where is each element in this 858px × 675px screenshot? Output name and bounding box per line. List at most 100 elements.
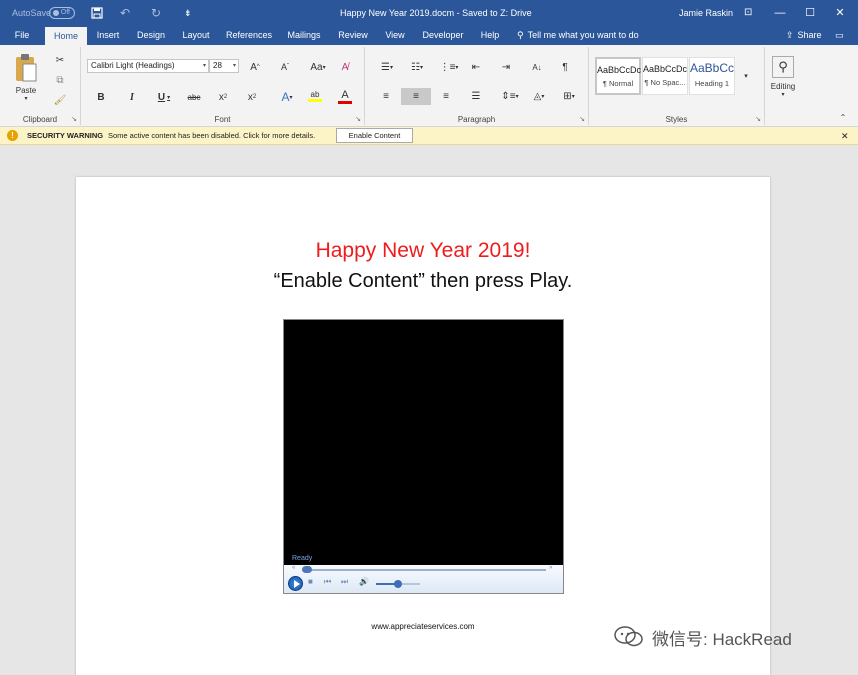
align-center-icon[interactable]: ≡ xyxy=(401,88,431,105)
lightbulb-icon: ⚲ xyxy=(517,30,524,40)
tab-review[interactable]: Review xyxy=(334,26,372,45)
volume-handle[interactable] xyxy=(394,580,402,588)
volume-icon[interactable]: 🔊 xyxy=(359,577,369,586)
font-color-icon[interactable]: A xyxy=(333,87,357,105)
user-name[interactable]: Jamie Raskin xyxy=(679,0,733,26)
watermark: 微信号: HackRead xyxy=(614,624,792,650)
clipboard-group: Paste ▾ ✂ ⧉ 🖌 Clipboard ↘ xyxy=(0,47,81,125)
customize-qat-icon[interactable]: ⇟ xyxy=(184,0,192,26)
show-formatting-icon[interactable]: ¶ xyxy=(557,59,573,75)
tab-home[interactable]: Home xyxy=(45,27,87,45)
shading-icon[interactable]: ◬ ▾ xyxy=(527,88,551,104)
text-effects-icon[interactable]: A ▾ xyxy=(276,89,298,105)
format-painter-icon[interactable]: 🖌 xyxy=(53,93,67,107)
copy-icon[interactable]: ⧉ xyxy=(53,73,67,87)
tab-design[interactable]: Design xyxy=(133,26,169,45)
styles-launcher-icon[interactable]: ↘ xyxy=(755,115,761,123)
volume-slider[interactable] xyxy=(376,580,420,588)
numbering-icon[interactable]: ☷ ▾ xyxy=(405,59,429,75)
strikethrough-icon[interactable]: abc xyxy=(184,89,204,105)
highlight-color-icon[interactable]: ab xyxy=(303,87,327,105)
undo-icon[interactable]: ↶ xyxy=(120,0,130,26)
enable-content-button[interactable]: Enable Content xyxy=(336,128,413,143)
next-icon[interactable]: ⏭ xyxy=(341,577,348,587)
justify-icon[interactable]: ☰ xyxy=(467,88,485,104)
previous-icon[interactable]: ⏮ xyxy=(324,577,331,587)
tab-view[interactable]: View xyxy=(380,26,410,45)
ribbon-tabs: File Home Insert Design Layout Reference… xyxy=(0,26,858,45)
tab-references[interactable]: References xyxy=(224,26,274,45)
paragraph-group-label: Paragraph xyxy=(457,115,496,124)
tab-help[interactable]: Help xyxy=(476,26,504,45)
shrink-font-icon[interactable]: Aˇ xyxy=(277,59,293,75)
fast-forward-icon[interactable]: » xyxy=(549,565,552,571)
minimize-button[interactable]: — xyxy=(765,0,795,26)
change-case-icon[interactable]: Aa ▾ xyxy=(307,59,329,75)
seek-handle[interactable] xyxy=(302,566,312,573)
tell-me-label: Tell me what you want to do xyxy=(527,30,639,40)
autosave-toggle[interactable]: Off xyxy=(49,7,75,19)
bold-icon[interactable]: B xyxy=(93,89,109,105)
rewind-icon[interactable]: « xyxy=(292,565,295,571)
cut-icon[interactable]: ✂ xyxy=(53,53,67,67)
media-player[interactable]: Ready « » ■ ⏮ ⏭ 🔊 xyxy=(283,319,564,594)
comments-icon[interactable]: ▭ xyxy=(835,26,844,45)
close-icon[interactable]: ✕ xyxy=(841,127,849,145)
document-page[interactable]: Happy New Year 2019! “Enable Content” th… xyxy=(76,177,770,675)
clipboard-launcher-icon[interactable]: ↘ xyxy=(71,115,77,123)
paragraph-launcher-icon[interactable]: ↘ xyxy=(579,115,585,123)
stop-icon[interactable]: ■ xyxy=(308,577,313,586)
align-right-icon[interactable]: ≡ xyxy=(437,88,455,104)
font-family-select[interactable]: Calibri Light (Headings) ▾ xyxy=(87,59,209,73)
line-spacing-icon[interactable]: ⇕≡ ▾ xyxy=(498,88,522,104)
underline-icon[interactable]: U ▾ xyxy=(153,89,175,105)
seek-bar[interactable] xyxy=(304,569,546,571)
paste-dropdown-icon: ▾ xyxy=(24,95,28,102)
style-heading-1[interactable]: AaBbCc Heading 1 xyxy=(689,57,735,95)
share-button[interactable]: ⇪ Share xyxy=(786,26,822,45)
font-size-value: 28 xyxy=(213,61,222,70)
clipboard-icon xyxy=(16,53,37,81)
styles-gallery-more-icon[interactable]: ▾ xyxy=(739,57,753,95)
bullets-icon[interactable]: ☰ ▾ xyxy=(375,59,399,75)
borders-icon[interactable]: ⊞ ▾ xyxy=(557,88,581,104)
document-canvas[interactable]: Happy New Year 2019! “Enable Content” th… xyxy=(0,146,858,675)
superscript-icon[interactable]: x2 xyxy=(244,89,260,105)
editing-button[interactable]: ⚲ Editing ▾ xyxy=(769,51,797,103)
tab-insert[interactable]: Insert xyxy=(91,26,125,45)
grow-font-icon[interactable]: A ^ xyxy=(247,59,263,75)
multilevel-list-icon[interactable]: ⋮≡ ▾ xyxy=(437,59,461,75)
share-icon: ⇪ xyxy=(786,30,794,40)
decrease-indent-icon[interactable]: ⇤ xyxy=(467,59,485,75)
search-icon: ⚲ xyxy=(772,56,794,78)
autosave-label: AutoSave xyxy=(12,8,52,18)
tab-layout[interactable]: Layout xyxy=(178,26,214,45)
tell-me-search[interactable]: ⚲ Tell me what you want to do xyxy=(517,26,639,45)
collapse-ribbon-icon[interactable]: ⌃ xyxy=(836,111,850,123)
styles-group: AaBbCcDc ¶ Normal AaBbCcDc ¶ No Spac... … xyxy=(589,47,765,125)
style-normal[interactable]: AaBbCcDc ¶ Normal xyxy=(595,57,641,95)
subscript-icon[interactable]: x2 xyxy=(215,89,231,105)
document-title: Happy New Year 2019! xyxy=(315,239,531,262)
align-left-icon[interactable]: ≡ xyxy=(377,88,395,104)
tab-file[interactable]: File xyxy=(8,26,36,45)
increase-indent-icon[interactable]: ⇥ xyxy=(497,59,515,75)
tab-mailings[interactable]: Mailings xyxy=(283,26,325,45)
style-name: ¶ Normal xyxy=(602,79,634,88)
chevron-down-icon: ▾ xyxy=(202,63,206,69)
ribbon-display-icon[interactable]: ⊡ xyxy=(744,0,752,26)
font-size-select[interactable]: 28 ▾ xyxy=(209,59,239,73)
sort-icon[interactable]: A↓ xyxy=(528,59,546,75)
italic-icon[interactable]: I xyxy=(124,89,140,105)
maximize-button[interactable]: ☐ xyxy=(795,0,825,26)
save-icon[interactable] xyxy=(91,0,103,26)
style-no-spacing[interactable]: AaBbCcDc ¶ No Spac... xyxy=(642,57,688,95)
paste-button[interactable]: Paste ▾ xyxy=(8,51,44,103)
font-launcher-icon[interactable]: ↘ xyxy=(355,115,361,123)
play-button[interactable] xyxy=(288,576,303,591)
clear-formatting-icon[interactable]: A̸ xyxy=(337,59,353,75)
close-button[interactable]: ✕ xyxy=(825,0,855,26)
redo-icon[interactable]: ↻ xyxy=(151,0,161,26)
warning-message[interactable]: Some active content has been disabled. C… xyxy=(108,127,315,145)
tab-developer[interactable]: Developer xyxy=(418,26,468,45)
